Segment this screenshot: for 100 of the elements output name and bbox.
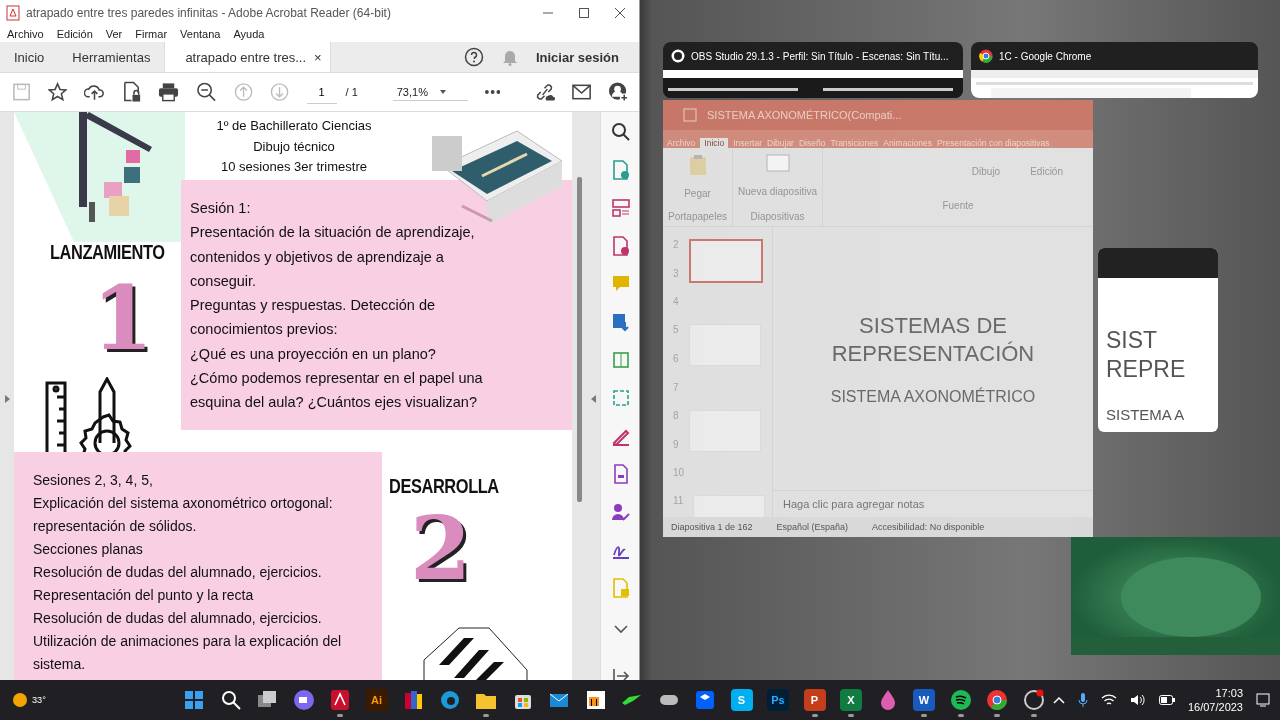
mail-icon[interactable] — [571, 84, 591, 100]
zoom-out-icon[interactable] — [196, 81, 218, 103]
wifi-icon[interactable] — [1100, 694, 1117, 706]
zoom-icon[interactable] — [610, 122, 631, 142]
close-tab-button[interactable]: × — [314, 49, 322, 65]
sound-waves-icon[interactable] — [949, 689, 972, 711]
books-icon[interactable] — [402, 689, 424, 711]
session-text: Representación del punto y la recta — [33, 586, 255, 605]
slide-subtitle: SISTEMA AXONOMÉTRICO — [830, 387, 1036, 406]
slide-title: SISTEMAS DE REPRESENTACIÓN — [830, 311, 1036, 368]
app-icon[interactable]: Ai — [365, 689, 388, 711]
volume-icon[interactable] — [1129, 694, 1146, 706]
add-document-icon[interactable] — [610, 236, 631, 256]
slide-subtitle: SISTEMA A — [1105, 405, 1185, 425]
battery-icon[interactable] — [1158, 695, 1175, 705]
tab[interactable]: atrapado entre tres... × — [164, 42, 331, 72]
window-thumbnail[interactable]: 1C - Google Chrome — [971, 42, 1258, 98]
scrollbar-thumb[interactable] — [576, 177, 582, 502]
menu-item[interactable]: Firmar — [135, 27, 168, 40]
microphone-icon[interactable] — [1077, 692, 1088, 708]
window-title: OBS Studio 29.1.3 - Perfil: Sin Título - Escenas: Sin Títu... — [691, 50, 949, 62]
session-text: Preguntas y respuestas. Detección de conocimientos previos: — [190, 296, 437, 340]
header-text: Dibujo técnico — [252, 137, 336, 156]
menu-item[interactable]: Edición — [56, 27, 93, 40]
section-heading: LANZAMIENTO — [50, 241, 165, 264]
header-text: 10 sesiones 3er trimestre — [220, 158, 368, 176]
slide-number: 7 — [673, 381, 679, 393]
clock[interactable]: 17:03 16/07/2023 — [1187, 686, 1243, 714]
browser-logo-icon — [979, 49, 993, 63]
collapse-arrow-icon[interactable] — [590, 395, 596, 403]
slide-number: 4 — [673, 296, 679, 308]
window-title: 1C - Google Chrome — [999, 50, 1092, 62]
group-label: Portapapeles — [668, 211, 727, 222]
session-text: Secciones planas — [33, 540, 144, 559]
print-icon[interactable] — [158, 82, 180, 102]
sign-in-link[interactable]: Iniciar sesión — [535, 49, 619, 65]
notification-icon[interactable] — [1256, 693, 1270, 707]
group-label: Diapositivas — [750, 211, 805, 222]
tab[interactable]: Herramientas — [58, 42, 165, 72]
session-text: Sesión 1: — [190, 199, 252, 218]
app-icon[interactable]: Ps — [767, 689, 789, 711]
page-total: / 1 — [345, 86, 358, 98]
menu-item[interactable]: Archivo — [7, 27, 44, 40]
people-icon[interactable] — [610, 502, 631, 522]
search-icon[interactable] — [219, 689, 242, 711]
menu-item[interactable]: Ver — [105, 27, 123, 40]
menu-item[interactable]: Ventana — [180, 27, 221, 40]
session-text: ¿Cómo podemos representar en el papel una esquina del aula? ¿Cuántos ejes visualizan? — [190, 369, 484, 413]
status-text: Accesibilidad: No disponible — [872, 522, 985, 532]
box-icon[interactable] — [694, 689, 716, 711]
slide-number: 3 — [673, 268, 679, 279]
section-heading: DESARROLLA — [389, 475, 499, 498]
document-icon[interactable] — [610, 160, 631, 180]
status-text: Español (España) — [776, 522, 849, 532]
pdf-icon[interactable] — [329, 689, 351, 711]
pdf-icon — [6, 4, 20, 21]
slide-number: 9 — [673, 438, 679, 450]
session-text: Utilización de animaciones para la explicación del sistema. — [33, 632, 343, 674]
add-user-icon[interactable] — [608, 81, 629, 103]
chevron-up-icon[interactable] — [1052, 696, 1065, 704]
camera-icon[interactable] — [292, 689, 315, 711]
session-text: Resolución de dudas del alumnado, ejercicios. — [33, 609, 323, 628]
window-thumbnail[interactable]: OBS Studio 29.1.3 - Perfil: Sin Título - Escenas: Sin Títu... — [663, 42, 963, 98]
export-icon[interactable] — [610, 312, 631, 332]
slide-thumbnail[interactable] — [688, 239, 763, 283]
maximize-icon[interactable] — [579, 7, 589, 18]
cloud-upload-icon[interactable] — [84, 82, 106, 102]
app-icon[interactable]: P — [803, 689, 826, 711]
temperature-text: 33° — [32, 695, 46, 705]
browser-icon[interactable] — [438, 689, 461, 711]
status-text: Diapositiva 1 de 162 — [671, 522, 753, 532]
record-icon[interactable] — [1022, 689, 1045, 711]
session-text: ¿Qué es una proyección en un plano? — [190, 344, 437, 364]
close-icon[interactable] — [615, 7, 625, 18]
window-title: SISTEMA AXONOMÉTRICO(Compati... — [707, 109, 902, 121]
sun-cloud-icon — [10, 690, 30, 710]
section-number: 1 — [92, 274, 154, 362]
ribbon-tab[interactable]: Inicio — [700, 138, 729, 148]
star-icon[interactable] — [48, 82, 68, 102]
browser-icon[interactable] — [986, 689, 1008, 711]
more-icon[interactable] — [484, 90, 500, 94]
help-icon[interactable] — [463, 47, 484, 67]
session-text: Presentación de la situación de aprendizaje, contenidos y objetivos de aprendizaje a conseguir. — [190, 223, 476, 291]
zoom-dropdown[interactable]: 73,1% — [392, 83, 468, 101]
header-text: 1º de Bachillerato Ciencias — [215, 117, 373, 135]
tab[interactable]: Inicio — [0, 42, 59, 72]
menu-item[interactable]: Ayuda — [233, 27, 265, 40]
session-text: Explicación del sistema axonométrico ortogonal: representación de sólidos. — [33, 494, 334, 536]
file-lock-icon[interactable] — [122, 81, 142, 103]
expand-arrow-icon[interactable] — [4, 395, 10, 403]
app-icon[interactable]: W — [913, 689, 935, 711]
caret-icon — [439, 89, 446, 94]
slide-title: SIST — [1105, 326, 1158, 355]
start-icon[interactable] — [183, 689, 205, 711]
app-icon[interactable]: X — [840, 689, 862, 711]
layout-icon[interactable] — [610, 198, 631, 218]
collapse-panel-icon[interactable] — [610, 666, 631, 680]
time-text: 17:03 — [1215, 686, 1243, 700]
section-number: 2 — [410, 504, 472, 592]
session-text: Sesiones 2, 3, 4, 5, — [33, 471, 154, 490]
